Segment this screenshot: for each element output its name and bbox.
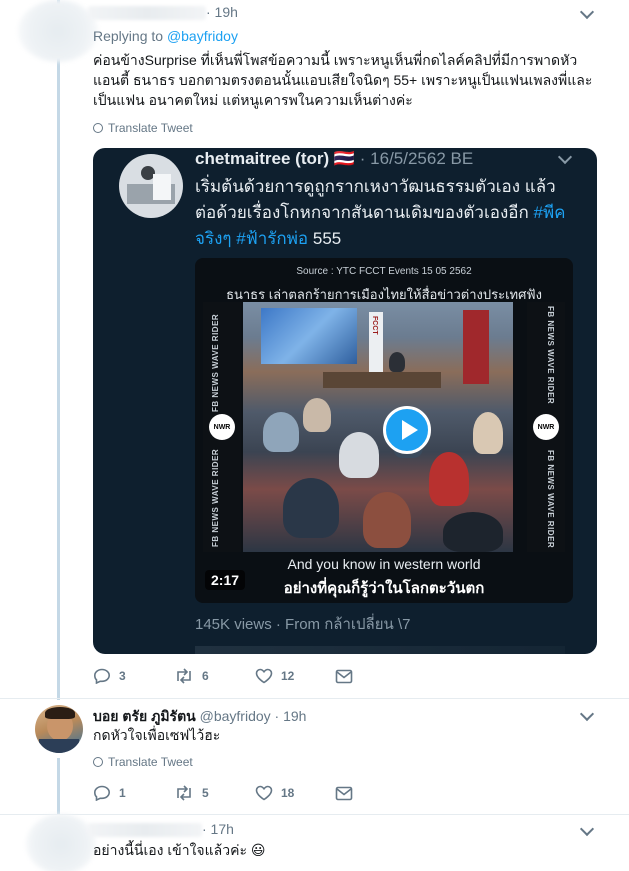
divider (0, 698, 629, 699)
chevron-down-icon[interactable] (579, 4, 595, 20)
flag-icon: 🇹🇭 (333, 149, 356, 168)
quoted-actions-faded (195, 646, 565, 654)
envelope-icon (335, 669, 353, 684)
translate-tweet-link[interactable]: Translate Tweet (93, 755, 193, 769)
dm-button[interactable] (335, 669, 353, 684)
tweet-time[interactable]: · 17h (202, 821, 234, 837)
like-count: 18 (281, 786, 295, 800)
retweet-button[interactable]: 6 (174, 668, 209, 684)
like-count: 12 (281, 669, 295, 683)
replying-handle-link[interactable]: @bayfridoy (167, 28, 238, 44)
heart-icon (255, 668, 273, 684)
tweet-text: อย่างนี้นี่เอง เข้าใจแล้วค่ะ 😃 (93, 840, 265, 860)
reply-count: 3 (119, 669, 126, 683)
avatar[interactable] (35, 705, 83, 753)
chevron-down-icon[interactable] (557, 149, 573, 165)
thread-line-bottom (57, 758, 60, 814)
quoted-date[interactable]: · 16/5/2562 BE (360, 149, 473, 168)
username-blurred[interactable] (88, 823, 202, 837)
nwr-logo: NWR (533, 414, 559, 440)
play-button[interactable] (383, 406, 431, 454)
reply-count: 1 (119, 786, 126, 800)
like-button[interactable]: 18 (255, 785, 294, 801)
translate-tweet-link[interactable]: Translate Tweet (93, 121, 193, 135)
username-blurred[interactable] (88, 6, 206, 20)
play-icon (401, 420, 418, 440)
video-views: 145K views · From กล้าเปลี่ยน \7 (195, 616, 411, 633)
side-label: FB NEWS WAVE RIDER (211, 313, 220, 412)
hashtag-link[interactable]: #ฟ้ารักพ่อ (236, 229, 308, 248)
red-banner (463, 310, 489, 384)
chevron-down-icon[interactable] (579, 821, 595, 837)
divider (0, 814, 629, 815)
side-label: FB NEWS WAVE RIDER (546, 450, 555, 549)
tweet-text-content: อย่างนี้นี่เอง เข้าใจแล้วค่ะ (93, 842, 247, 858)
like-button[interactable]: 12 (255, 668, 294, 684)
retweet-count: 5 (202, 786, 209, 800)
chevron-down-icon[interactable] (579, 706, 595, 722)
quoted-author-name[interactable]: chetmaitree (tor) (195, 149, 329, 168)
video-side-panel-left: FB NEWS WAVE RIDER NWR FB NEWS WAVE RIDE… (203, 302, 241, 552)
replying-prefix: Replying to (93, 28, 164, 44)
avatar-blurred[interactable] (26, 814, 96, 871)
reply-icon (93, 668, 111, 684)
heart-icon (255, 785, 273, 801)
reply-button[interactable]: 3 (93, 668, 126, 684)
nwr-logo: NWR (209, 414, 235, 440)
tweet-text: ค่อนข้างSurprise ที่เห็นพี่โพสข้อความนี้… (93, 52, 593, 108)
quoted-tweet-card[interactable]: chetmaitree (tor) 🇹🇭 · 16/5/2562 BE เริ่… (93, 148, 597, 654)
smile-emoji-icon: 😃 (250, 842, 266, 858)
dm-button[interactable] (335, 786, 353, 801)
reply-icon (93, 785, 111, 801)
fcct-banner: FCCT (369, 312, 383, 376)
fcct-brand-label: FCCT (371, 316, 378, 335)
translate-label: Translate Tweet (108, 121, 193, 135)
translate-label: Translate Tweet (108, 755, 193, 769)
envelope-icon (335, 786, 353, 801)
projection-screen (261, 308, 357, 364)
retweet-icon (177, 668, 191, 684)
subtitle-thai: อย่างที่คุณก็รู้ว่าในโลกตะวันตก (283, 580, 485, 597)
subtitle-english: And you know in western world (287, 556, 481, 572)
quoted-header: chetmaitree (tor) 🇹🇭 · 16/5/2562 BE (195, 149, 473, 169)
retweet-count: 6 (202, 669, 209, 683)
panel-table (323, 372, 441, 388)
video-duration: 2:17 (205, 570, 246, 590)
side-label: FB NEWS WAVE RIDER (546, 306, 555, 405)
retweet-button[interactable]: 5 (174, 785, 209, 801)
retweet-icon (177, 785, 191, 801)
globe-icon (93, 757, 103, 767)
display-name[interactable]: บอย ตรัย ภูมิรัตน (93, 708, 196, 724)
replying-to: Replying to @bayfridoy (93, 28, 238, 44)
globe-icon (93, 123, 103, 133)
side-label: FB NEWS WAVE RIDER (211, 448, 220, 547)
quoted-text-end: 555 (312, 229, 342, 248)
video-side-panel-right: FB NEWS WAVE RIDER NWR FB NEWS WAVE RIDE… (527, 302, 565, 552)
video-frame: FCCT (243, 302, 513, 552)
tweet-text: กดหัวใจเพื่อเซฟไว้ฮะ (93, 727, 221, 743)
quoted-text: เริ่มต้นด้วยการดูถูกรากเหงาวัฒนธรรมตัวเอ… (195, 174, 567, 252)
thread-line-mid (57, 80, 60, 700)
tweet-time[interactable]: · 19h (206, 4, 238, 20)
video-player[interactable]: Source : YTC FCCT Events 15 05 2562 ธนาธ… (195, 258, 573, 603)
handle-and-time[interactable]: @bayfridoy · 19h (200, 708, 307, 724)
quoted-text-plain: เริ่มต้นด้วยการดูถูกรากเหงาวัฒนธรรมตัวเอ… (195, 177, 556, 222)
video-source: Source : YTC FCCT Events 15 05 2562 (296, 266, 472, 277)
reply-button[interactable]: 1 (93, 785, 126, 801)
avatar-blurred[interactable] (18, 0, 98, 62)
quoted-avatar[interactable] (119, 154, 183, 218)
